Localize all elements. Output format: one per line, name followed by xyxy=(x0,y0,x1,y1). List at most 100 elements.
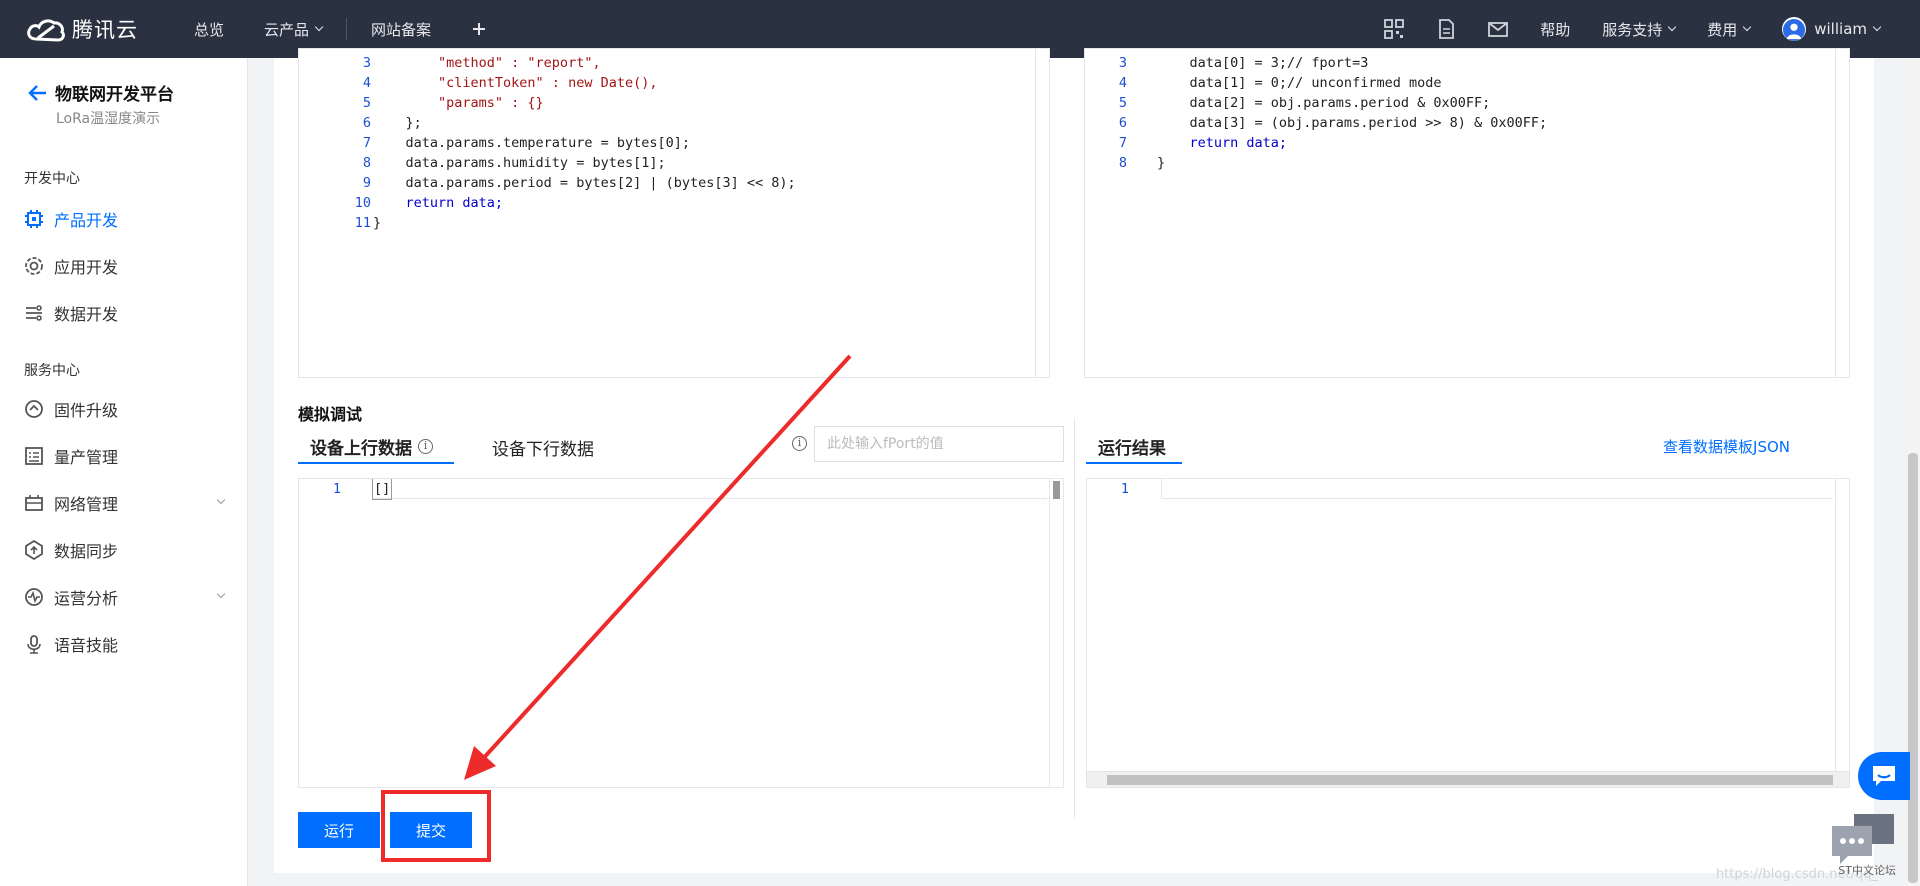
group-service-center: 服务中心 xyxy=(24,363,80,379)
back-button[interactable]: 物联网开发平台 xyxy=(27,80,174,105)
chevron-down-icon xyxy=(216,589,226,599)
upstream-parser-editor[interactable]: 3 4 5 6 7 8 9 10 11 "method" : "report",… xyxy=(298,48,1050,378)
run-button[interactable]: 运行 xyxy=(298,812,380,848)
chip-icon xyxy=(25,210,43,228)
info-icon[interactable]: i xyxy=(418,438,433,454)
brand-logo[interactable]: 腾讯云 xyxy=(24,14,174,44)
tab-downstream-data[interactable]: 设备下行数据 xyxy=(492,430,594,464)
input-value: [] xyxy=(371,479,393,500)
document-icon xyxy=(1439,19,1455,39)
code-line: } xyxy=(373,215,382,231)
info-icon[interactable]: i xyxy=(792,436,807,451)
line-number: 7 xyxy=(362,135,371,151)
code-line: data.params.period = bytes[2] | (bytes[3… xyxy=(373,175,796,191)
sidebar-item-product-dev[interactable]: 产品开发 xyxy=(24,204,224,234)
sidebar-item-app-dev[interactable]: 应用开发 xyxy=(24,251,224,281)
scrollbar-thumb[interactable] xyxy=(1908,453,1918,883)
nav-icp-filing-label: 网站备案 xyxy=(371,20,432,39)
line-number: 3 xyxy=(362,55,371,71)
editor-scrollbar[interactable] xyxy=(1835,479,1849,773)
tab-upstream-data[interactable]: 设备上行数据 i xyxy=(298,430,454,464)
line-numbers: 3 4 5 6 7 8 9 10 11 xyxy=(299,53,371,233)
sidebar-item-label: 数据同步 xyxy=(54,542,119,561)
line-number: 7 xyxy=(1118,135,1127,151)
line-number: 6 xyxy=(1118,115,1127,131)
line-number: 1 xyxy=(1120,481,1129,497)
nav-overview[interactable]: 总览 xyxy=(174,0,244,58)
code-line: "method" : "report", xyxy=(373,55,601,71)
chevron-down-icon xyxy=(216,495,226,505)
microphone-icon xyxy=(27,635,41,654)
code-line: "params" : {} xyxy=(373,95,544,111)
run-result-editor[interactable]: 1 xyxy=(1086,478,1850,788)
code-line: return data; xyxy=(373,195,504,211)
sidebar-item-analytics[interactable]: 运营分析 xyxy=(24,582,226,612)
line-numbers: 1 xyxy=(299,479,341,499)
chevron-down-icon xyxy=(1872,22,1882,32)
code-lines: "method" : "report", "clientToken" : new… xyxy=(373,53,796,233)
scrollbar-thumb[interactable] xyxy=(1107,775,1833,785)
code-line: data[1] = 0;// unconfirmed mode xyxy=(1157,75,1442,91)
fport-input[interactable]: 此处输入fPort的值 xyxy=(814,426,1064,462)
sidebar-item-label: 数据开发 xyxy=(54,305,119,324)
downstream-parser-editor[interactable]: 3 4 5 6 7 8 data[0] = 3;// fport=3 data[… xyxy=(1084,48,1850,378)
sidebar-item-data-dev[interactable]: 数据开发 xyxy=(24,298,224,328)
chevron-down-icon xyxy=(314,22,324,32)
code-line: data.params.temperature = bytes[0]; xyxy=(373,135,690,151)
sidebar-item-voice[interactable]: 语音技能 xyxy=(24,629,224,659)
line-number: 11 xyxy=(354,215,371,231)
nav-divider xyxy=(346,18,348,40)
nav-cloud-products-label: 云产品 xyxy=(264,20,310,39)
sync-icon xyxy=(25,540,43,560)
qrcode-icon xyxy=(1384,19,1405,39)
code-line: data.params.humidity = bytes[1]; xyxy=(373,155,666,171)
firmware-upgrade-icon xyxy=(25,400,43,418)
network-icon xyxy=(25,495,43,511)
platform-title: 物联网开发平台 xyxy=(55,85,174,105)
view-data-template-json-link[interactable]: 查看数据模板JSON xyxy=(1663,436,1790,457)
forum-logo-icon xyxy=(1832,814,1894,864)
tab-upstream-label: 设备上行数据 xyxy=(310,438,412,459)
line-number: 6 xyxy=(362,115,371,131)
pulse-icon xyxy=(25,588,43,606)
editor-scrollbar[interactable] xyxy=(1049,479,1063,787)
sidebar-item-mass-production[interactable]: 量产管理 xyxy=(24,441,224,471)
panel-divider xyxy=(1074,418,1075,818)
code-lines: data[0] = 3;// fport=3 data[1] = 0;// un… xyxy=(1157,53,1547,173)
sidebar-item-label: 量产管理 xyxy=(54,448,119,467)
editor-scrollbar[interactable] xyxy=(1035,49,1049,377)
brand-name: 腾讯云 xyxy=(72,18,138,42)
code-line: data[2] = obj.params.period & 0x00FF; xyxy=(1157,95,1491,111)
plus-icon xyxy=(473,23,486,35)
line-number: 3 xyxy=(1118,55,1127,71)
debug-section-title: 模拟调试 xyxy=(298,405,363,424)
flow-icon xyxy=(26,305,42,321)
line-numbers: 3 4 5 6 7 8 xyxy=(1085,53,1127,173)
run-result-title: 运行结果 xyxy=(1086,430,1182,464)
sidebar-item-network[interactable]: 网络管理 xyxy=(24,488,226,518)
group-dev-center: 开发中心 xyxy=(24,171,80,187)
sidebar-item-label: 产品开发 xyxy=(54,211,119,230)
product-name: LoRa温湿度演示 xyxy=(56,111,161,127)
cloud-logo-icon xyxy=(27,19,65,42)
username: william xyxy=(1814,20,1867,38)
sidebar-item-firmware[interactable]: 固件升级 xyxy=(24,394,224,424)
chevron-down-icon xyxy=(1743,22,1752,32)
sidebar-item-label: 网络管理 xyxy=(54,495,119,514)
sidebar-item-data-sync[interactable]: 数据同步 xyxy=(24,535,224,565)
service-support-label: 服务支持 xyxy=(1602,20,1663,39)
editor-scrollbar[interactable] xyxy=(1835,49,1849,377)
result-line xyxy=(1161,479,1833,499)
line-number: 8 xyxy=(362,155,371,171)
scrollbar-thumb[interactable] xyxy=(1053,481,1060,499)
upstream-input-editor[interactable]: 1 [] xyxy=(298,478,1064,788)
input-line: [] xyxy=(371,479,1047,500)
sidebar-item-label: 运营分析 xyxy=(54,589,119,608)
sidebar-item-label: 语音技能 xyxy=(54,636,119,655)
target-icon xyxy=(25,257,43,275)
nav-overview-label: 总览 xyxy=(194,20,225,39)
line-number: 10 xyxy=(354,195,371,211)
horizontal-scrollbar[interactable] xyxy=(1087,771,1849,787)
code-line: } xyxy=(1157,155,1166,171)
online-chat-button[interactable] xyxy=(1858,752,1910,800)
